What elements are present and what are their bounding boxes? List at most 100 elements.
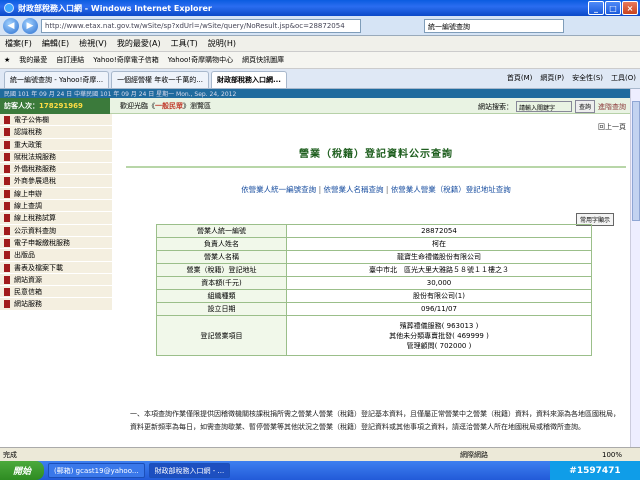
scrollbar-thumb[interactable] — [632, 101, 640, 221]
business-item: 殯葬禮儀服務( 963013 ) — [399, 321, 479, 330]
notes-text: 一、本項查詢作業僅限提供因稽徵機關核課稅捐所需之營業人營業（稅籍）登記基本資料，… — [130, 410, 620, 431]
welcome-text: 歡迎光臨《一般民眾》瀏覽區 — [120, 101, 211, 111]
sidebar-item[interactable]: 民意信箱 — [0, 286, 112, 299]
page-button[interactable]: 網頁(P) — [540, 73, 564, 83]
sidebar-item[interactable]: 重大政策 — [0, 138, 112, 151]
system-tray: #1597471 — [550, 461, 640, 480]
site-search-label: 網站搜索： — [477, 102, 513, 111]
row-value: 股份有限公司(1) — [286, 289, 592, 303]
home-button[interactable]: 首頁(M) — [507, 73, 533, 83]
zoom-level[interactable]: 100% — [602, 451, 622, 459]
row-value: 096/11/07 — [286, 302, 592, 316]
security-zone: 網際網路 — [460, 450, 488, 459]
row-label: 營業人名稱 — [156, 250, 287, 264]
menu-edit[interactable]: 編輯(E) — [42, 38, 69, 49]
menu-help[interactable]: 說明(H) — [208, 38, 236, 49]
menu-view[interactable]: 檢視(V) — [79, 38, 107, 49]
row-label: 負責人姓名 — [156, 237, 287, 251]
sidebar-item[interactable]: 線上申辦 — [0, 187, 112, 201]
sidebar-item[interactable]: 線上查調 — [0, 200, 112, 213]
maximize-button[interactable]: □ — [605, 1, 621, 15]
tools-button[interactable]: 工具(O) — [611, 73, 636, 83]
window-titlebar[interactable]: 財政部稅務入口網 - Windows Internet Explorer _ □… — [0, 0, 640, 16]
welcome-suffix: 》瀏覽區 — [183, 101, 211, 110]
fav-item[interactable]: 網頁快訊圖庫 — [242, 55, 284, 65]
visitor-label: 訪客人次： — [4, 101, 39, 110]
link-by-name[interactable]: 依營業人名稱查詢 — [324, 185, 384, 194]
sidebar-item[interactable]: 電子申報繳稅服務 — [0, 236, 112, 250]
site-search: 網站搜索： 請輸入關鍵字 查詢 進階查詢 — [478, 100, 626, 113]
forward-icon[interactable]: ▶ — [22, 17, 38, 34]
menu-bar: 檔案(F) 編輯(E) 檢視(V) 我的最愛(A) 工具(T) 說明(H) — [0, 36, 640, 52]
sidebar-item[interactable]: 外商參展退稅 — [0, 175, 112, 188]
sidebar-item[interactable]: 外僑稅務服務 — [0, 163, 112, 176]
sidebar-item[interactable]: 書表及檔案下載 — [0, 261, 112, 274]
main-content: 回上一頁 營業（稅籍）登記資料公示查詢 依營業人統一編號查詢 | 依營業人名稱查… — [126, 122, 626, 431]
site-search-input[interactable]: 請輸入關鍵字 — [515, 101, 572, 112]
row-value: 28872054 — [286, 224, 592, 238]
status-text: 完成 — [3, 450, 17, 459]
browser-tab-active[interactable]: 財政部稅務入口網... — [210, 71, 287, 88]
visitor-count: 178291969 — [39, 101, 83, 110]
row-value: 龍寶生命禮儀股份有限公司 — [286, 250, 592, 264]
link-by-address[interactable]: 依營業人營業（稅籍）登記地址查詢 — [391, 185, 511, 194]
page-title: 營業（稅籍）登記資料公示查詢 — [299, 149, 453, 160]
start-button[interactable]: 開始 — [0, 461, 44, 480]
table-row: 負責人姓名 柯在 — [156, 237, 592, 251]
address-bar: ◀ ▶ http://www.etax.nat.gov.tw/wSite/sp?… — [0, 16, 640, 36]
sidebar-item[interactable]: 網站服務 — [0, 298, 112, 311]
status-bar: 完成 網際網路 100% — [0, 447, 640, 461]
advanced-search-link[interactable]: 進階查詢 — [598, 102, 626, 112]
business-info-table: 營業人統一編號 28872054 負責人姓名 柯在 營業人名稱 龍寶生命禮儀股份有限公… — [156, 224, 592, 356]
row-value: 臺中市北 區光大里大雅路５８號１１樓之３ — [286, 263, 592, 277]
row-value: 柯在 — [286, 237, 592, 251]
site-search-button[interactable]: 查詢 — [574, 100, 595, 113]
page-viewport: 民國 101 年 09 月 24 日 中華民國 101 年 09 月 24 日 … — [0, 89, 630, 447]
browser-tab[interactable]: 統一編號查詢 - Yahoo!奇摩... — [4, 71, 110, 88]
table-row: 營業人統一編號 28872054 — [156, 224, 592, 238]
menu-file[interactable]: 檔案(F) — [5, 38, 32, 49]
fav-item[interactable]: 我的最愛 — [19, 55, 47, 65]
fav-item[interactable]: Yahoo!奇摩購物中心 — [168, 55, 233, 65]
business-item: 管理顧問( 702000 ) — [406, 341, 472, 350]
star-icon[interactable]: ★ — [4, 56, 10, 64]
browser-tab[interactable]: 一個經營權 年收一千萬的... — [111, 71, 209, 88]
url-input[interactable]: http://www.etax.nat.gov.tw/wSite/sp?xdUr… — [41, 18, 361, 33]
row-label: 營業人統一編號 — [156, 224, 287, 238]
taskbar-item[interactable]: (郵箱) gcast19@yahoo... — [48, 463, 145, 478]
minimize-button[interactable]: _ — [588, 1, 604, 15]
ie-icon — [4, 3, 14, 13]
sidebar-item[interactable]: 出版品 — [0, 249, 112, 262]
sidebar-item[interactable]: 線上稅務試算 — [0, 212, 112, 225]
query-links: 依營業人統一編號查詢 | 依營業人名稱查詢 | 依營業人營業（稅籍）登記地址查詢 — [126, 184, 626, 195]
favorites-bar: ★ 我的最愛 自訂連結 Yahoo!奇摩電子信箱 Yahoo!奇摩購物中心 網頁… — [0, 52, 640, 69]
safety-button[interactable]: 安全性(S) — [572, 73, 603, 83]
business-items: 殯葬禮儀服務( 963013 ) 其他未分類專賣批發( 469999 ) 管理顧… — [286, 315, 592, 356]
row-label: 設立日期 — [156, 302, 287, 316]
back-link[interactable]: 回上一頁 — [598, 122, 626, 132]
vertical-scrollbar[interactable] — [630, 89, 640, 447]
close-button[interactable]: × — [622, 1, 638, 15]
fav-item[interactable]: Yahoo!奇摩電子信箱 — [93, 55, 158, 65]
browser-search-input[interactable]: 統一編號查詢 — [424, 18, 564, 33]
menu-tools[interactable]: 工具(T) — [171, 38, 198, 49]
sidebar-item[interactable]: 公示資料查詢 — [0, 224, 112, 237]
row-value: 30,000 — [286, 276, 592, 290]
row-label: 組織種類 — [156, 289, 287, 303]
sidebar-item[interactable]: 認識稅務 — [0, 126, 112, 139]
menu-favorites[interactable]: 我的最愛(A) — [117, 38, 161, 49]
command-bar: 首頁(M) 網頁(P) 安全性(S) 工具(O) — [507, 73, 636, 83]
window-title: 財政部稅務入口網 - Windows Internet Explorer — [18, 3, 212, 13]
site-header: 訪客人次：178291969 歡迎光臨《一般民眾》瀏覽區 網站搜索： 請輸入關鍵… — [0, 97, 630, 114]
business-item: 其他未分類專賣批發( 469999 ) — [389, 331, 489, 340]
link-by-id[interactable]: 依營業人統一編號查詢 — [241, 185, 316, 194]
sidebar-item[interactable]: 電子公佈欄 — [0, 114, 112, 127]
back-icon[interactable]: ◀ — [3, 17, 19, 34]
taskbar-item-active[interactable]: 財政部稅務入口網 - ... — [148, 463, 231, 478]
fav-item[interactable]: 自訂連結 — [56, 55, 84, 65]
welcome-role[interactable]: 一般民眾 — [155, 102, 183, 110]
sidebar-nav: 電子公佈欄 認識稅務 重大政策 賦稅法規服務 外僑稅務服務 外商參展退稅 線上申… — [0, 114, 112, 311]
sidebar-item[interactable]: 網站資源 — [0, 273, 112, 287]
taskbar: 開始 (郵箱) gcast19@yahoo... 財政部稅務入口網 - ... … — [0, 461, 640, 480]
sidebar-item[interactable]: 賦稅法規服務 — [0, 150, 112, 164]
